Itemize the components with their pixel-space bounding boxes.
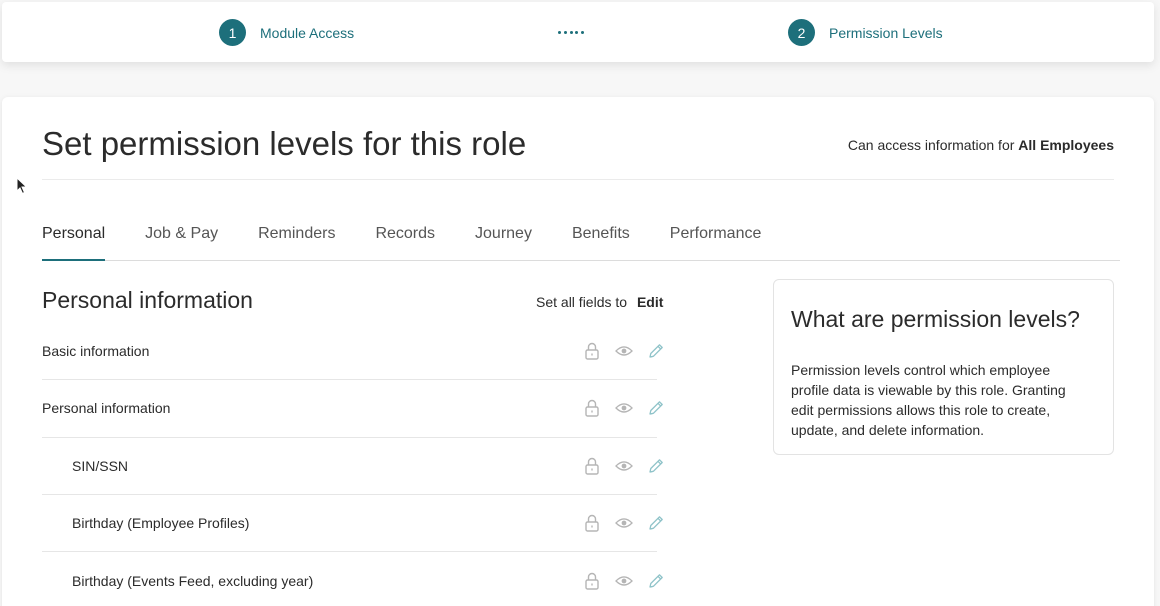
tab-reminders[interactable]: Reminders <box>258 217 335 260</box>
eye-icon[interactable] <box>614 341 634 361</box>
pencil-icon[interactable] <box>646 398 666 418</box>
eye-icon[interactable] <box>614 456 634 476</box>
tab-records[interactable]: Records <box>375 217 435 260</box>
row-label: Personal information <box>42 400 171 417</box>
step-permission-levels[interactable]: 2 Permission Levels <box>788 19 943 46</box>
permission-rows: Basic information Personal information S… <box>42 323 663 606</box>
step-label: Permission Levels <box>829 24 943 41</box>
permission-row-personal-information: Personal information <box>42 380 663 438</box>
info-body: Permission levels control which employee… <box>791 362 1066 438</box>
set-all-fields: Set all fields to Edit <box>536 294 663 310</box>
pencil-icon[interactable] <box>646 456 666 476</box>
row-label: Birthday (Events Feed, excluding year) <box>72 572 314 589</box>
tab-journey[interactable]: Journey <box>475 217 532 260</box>
info-title: What are permission levels? <box>791 306 1080 332</box>
row-label: Birthday (Employee Profiles) <box>72 515 250 532</box>
permission-level-options <box>582 571 666 591</box>
step-connector-dots <box>558 26 584 38</box>
section-title: Personal information <box>42 287 253 313</box>
access-scope-value: All Employees <box>1018 137 1114 153</box>
set-all-label: Set all fields to <box>536 294 628 310</box>
permission-level-options <box>582 456 666 476</box>
permission-row-birthday-events: Birthday (Events Feed, excluding year) <box>42 552 663 606</box>
row-label: Basic information <box>42 343 150 360</box>
lock-icon[interactable] <box>582 571 602 591</box>
tab-performance[interactable]: Performance <box>670 217 762 260</box>
eye-icon[interactable] <box>614 571 634 591</box>
pencil-icon[interactable] <box>646 571 666 591</box>
info-panel: What are permission levels? Permission l… <box>773 279 1114 455</box>
step-number: 2 <box>788 19 815 46</box>
tab-benefits[interactable]: Benefits <box>572 217 630 260</box>
lock-icon[interactable] <box>582 398 602 418</box>
permission-level-options <box>582 341 666 361</box>
lock-icon[interactable] <box>582 341 602 361</box>
pencil-icon[interactable] <box>646 341 666 361</box>
permission-row-basic-information: Basic information <box>42 323 663 381</box>
stepper: 1 Module Access 2 Permission Levels <box>2 2 1154 62</box>
pencil-icon[interactable] <box>646 513 666 533</box>
access-scope-prefix: Can access information for <box>847 137 1015 153</box>
row-label: SIN/SSN <box>72 457 129 474</box>
permission-level-options <box>582 398 666 418</box>
step-label: Module Access <box>260 24 355 41</box>
mouse-cursor-icon <box>16 177 28 195</box>
lock-icon[interactable] <box>582 456 602 476</box>
permission-row-birthday-profiles: Birthday (Employee Profiles) <box>42 495 663 553</box>
lock-icon[interactable] <box>582 513 602 533</box>
permissions-card: Set permission levels for this role Can … <box>2 97 1154 606</box>
eye-icon[interactable] <box>614 513 634 533</box>
permission-level-options <box>582 513 666 533</box>
tab-personal[interactable]: Personal <box>42 217 106 261</box>
title-divider <box>42 179 1114 180</box>
page-title: Set permission levels for this role <box>42 125 527 162</box>
tab-job-pay[interactable]: Job & Pay <box>145 217 218 260</box>
eye-icon[interactable] <box>614 398 634 418</box>
permission-row-sin-ssn: SIN/SSN <box>42 438 663 495</box>
tab-bar: Personal Job & Pay Reminders Records Jou… <box>42 217 1120 261</box>
set-all-edit-button[interactable]: Edit <box>637 294 663 310</box>
step-number: 1 <box>219 19 246 46</box>
access-scope-note: Can access information for All Employees <box>848 137 1114 153</box>
step-module-access[interactable]: 1 Module Access <box>219 19 354 46</box>
